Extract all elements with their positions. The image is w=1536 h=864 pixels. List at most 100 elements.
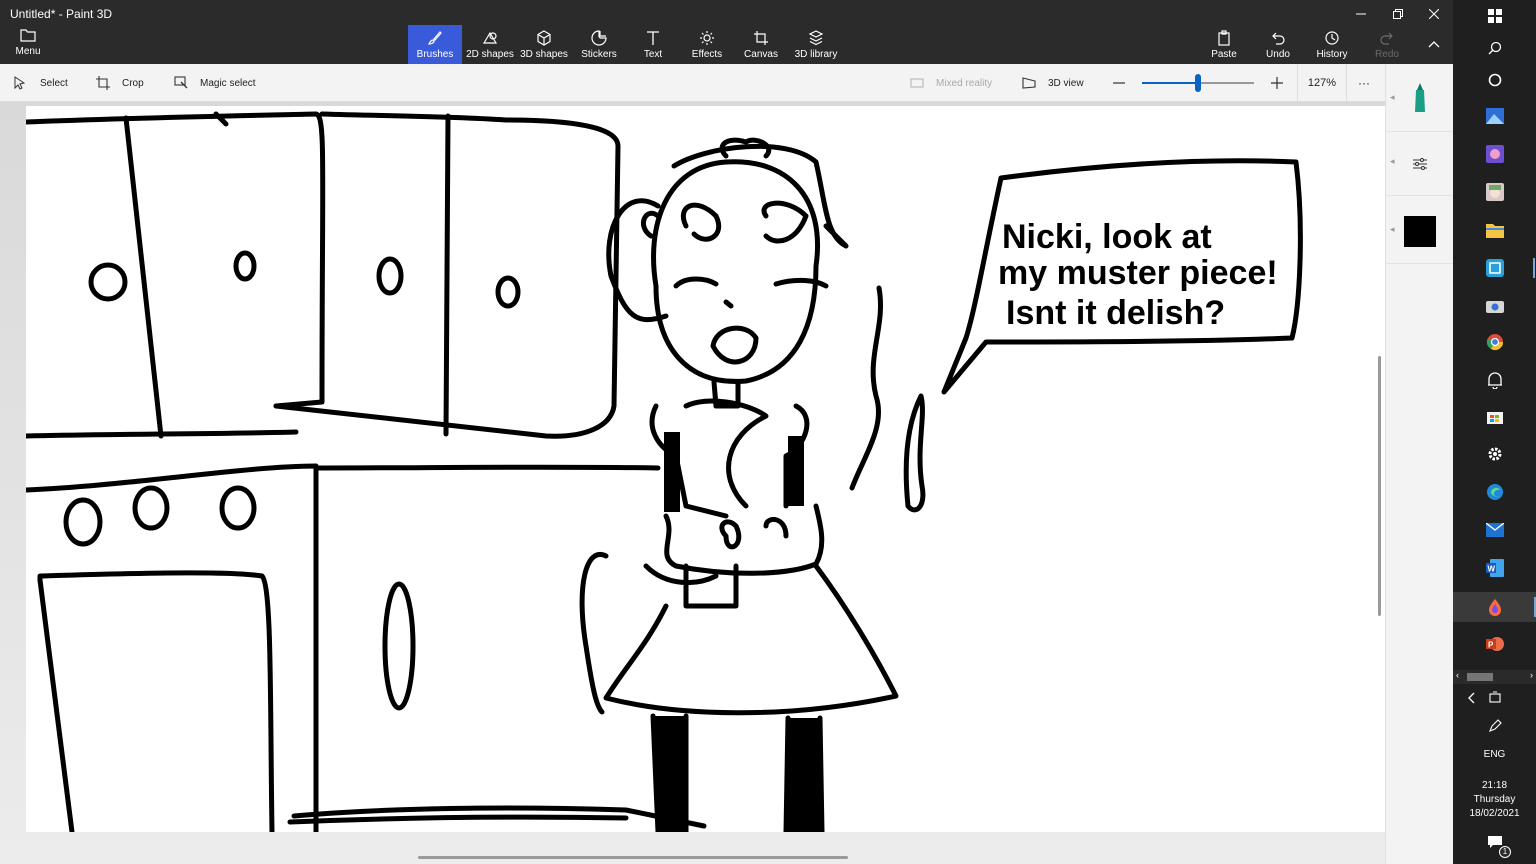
restore-icon [1393, 9, 1403, 19]
title-bar: Untitled* - Paint 3D Menu Brushes 2D sha… [0, 0, 1453, 64]
2d-shapes-icon [482, 31, 498, 44]
scroll-thumb[interactable] [1467, 673, 1493, 681]
tool-3d-library[interactable]: 3D library [789, 25, 843, 64]
brush-type-section[interactable]: ◂ [1386, 64, 1454, 132]
paste-icon [1218, 29, 1230, 46]
collapse-toolbar-button[interactable] [1416, 32, 1452, 56]
tool-2d-shapes[interactable]: 2D shapes [463, 25, 517, 64]
taskbar-scrollbar[interactable]: ‹ › [1453, 670, 1536, 684]
taskbar-app-word[interactable]: W [1483, 556, 1507, 580]
undo-icon [1272, 32, 1285, 45]
stickers-icon [591, 29, 607, 46]
search-button[interactable] [1483, 36, 1507, 60]
taskbar-app-chrome[interactable] [1483, 330, 1507, 354]
paste-label: Paste [1211, 48, 1237, 60]
redo-label: Redo [1375, 48, 1399, 60]
crop-icon [96, 76, 110, 90]
menu-button[interactable]: Menu [8, 28, 48, 62]
kitchen-drawing: Nicki, look at my muster piece! Isnt it … [26, 111, 1303, 832]
taskbar-app-mail[interactable] [1483, 518, 1507, 542]
zoom-slider-track [1142, 74, 1254, 92]
action-center-button[interactable]: 1 [1483, 830, 1511, 858]
speech-line-3: Isnt it delish? [1006, 294, 1225, 332]
plus-icon [1271, 77, 1283, 89]
selected-color-swatch[interactable] [1404, 216, 1436, 247]
horizontal-scrollbar[interactable] [418, 856, 848, 859]
tool-label: Stickers [581, 48, 617, 60]
notification-count: 1 [1499, 846, 1511, 858]
color-section[interactable]: ◂ [1386, 196, 1454, 264]
minimize-button[interactable] [1343, 2, 1379, 26]
taskbar-app-file-explorer[interactable] [1483, 218, 1507, 242]
paste-button[interactable]: Paste [1200, 25, 1248, 64]
zoom-slider[interactable] [1142, 64, 1254, 102]
language-indicator[interactable]: ENG [1453, 749, 1536, 760]
tool-effects[interactable]: Effects [680, 25, 734, 64]
select-button[interactable]: Select [14, 64, 68, 102]
start-button[interactable] [1483, 4, 1507, 28]
windows-logo-icon [1488, 9, 1502, 23]
history-button[interactable]: History [1308, 25, 1356, 64]
tool-canvas[interactable]: Canvas [734, 25, 788, 64]
window-title: Untitled* - Paint 3D [10, 7, 113, 21]
zoom-slider-fill [1142, 82, 1198, 84]
magic-select-icon [174, 76, 188, 89]
taskbar-app-photos[interactable] [1483, 104, 1507, 128]
more-options-button[interactable]: ··· [1358, 64, 1370, 102]
undo-label: Undo [1266, 48, 1290, 60]
3d-library-icon [808, 29, 824, 45]
brush-settings-section[interactable]: ◂ [1386, 132, 1454, 196]
crop-button[interactable]: Crop [96, 64, 144, 102]
tool-label: 3D library [794, 48, 838, 60]
chevron-left-icon: ‹ [1456, 670, 1459, 680]
magic-select-label: Magic select [200, 77, 256, 89]
edge-icon [1487, 484, 1503, 500]
taskbar-app-camera[interactable] [1483, 294, 1507, 318]
redo-button[interactable]: Redo [1363, 25, 1411, 64]
taskbar-app-edge[interactable] [1483, 480, 1507, 504]
drawing-canvas[interactable]: Nicki, look at my muster piece! Isnt it … [26, 106, 1385, 832]
tool-3d-shapes[interactable]: 3D shapes [517, 25, 571, 64]
zoom-in-button[interactable] [1270, 64, 1284, 102]
taskbar-app-notifications[interactable] [1483, 368, 1507, 392]
tray-connect-button[interactable] [1483, 686, 1507, 710]
tool-brushes[interactable]: Brushes [408, 25, 462, 64]
taskbar-app-powerpoint[interactable]: P [1483, 632, 1507, 656]
restore-button[interactable] [1380, 2, 1416, 26]
zoom-out-button[interactable] [1112, 64, 1126, 102]
3d-view-icon [1022, 77, 1036, 89]
tool-label: Effects [691, 48, 723, 60]
chevron-left-icon [1468, 692, 1475, 704]
chevron-left-icon: ◂ [1390, 92, 1395, 102]
show-hidden-icons-button[interactable] [1459, 686, 1483, 710]
tool-label: Canvas [744, 48, 778, 60]
taskbar-app-game[interactable] [1483, 142, 1507, 166]
tool-label: Brushes [416, 48, 454, 60]
taskbar-app-paint3d[interactable] [1453, 592, 1536, 622]
3d-view-button[interactable]: 3D view [1022, 64, 1084, 102]
tray-pen-button[interactable] [1483, 714, 1507, 738]
taskbar-app-character[interactable] [1483, 180, 1507, 204]
magic-select-button[interactable]: Magic select [174, 64, 256, 102]
cortana-button[interactable] [1483, 68, 1507, 92]
chevron-left-icon: ◂ [1390, 156, 1395, 166]
zoom-slider-thumb[interactable] [1195, 74, 1201, 92]
vertical-scrollbar[interactable] [1378, 356, 1381, 616]
taskbar-app-settings[interactable] [1483, 442, 1507, 466]
more-icon: ··· [1358, 76, 1370, 90]
cursor-icon [14, 76, 26, 90]
history-label: History [1316, 48, 1348, 60]
tool-stickers[interactable]: Stickers [572, 25, 626, 64]
word-icon: W [1486, 559, 1504, 577]
active-indicator [1533, 258, 1535, 278]
close-button[interactable] [1416, 2, 1452, 26]
taskbar-app-store[interactable] [1483, 404, 1507, 428]
tool-text[interactable]: Text [626, 25, 680, 64]
undo-button[interactable]: Undo [1254, 25, 1302, 64]
redo-icon [1380, 32, 1393, 45]
crop-label: Crop [122, 77, 144, 89]
menu-label: Menu [15, 46, 41, 57]
zoom-percent[interactable]: 127% [1297, 64, 1347, 102]
taskbar-app-snip[interactable] [1483, 256, 1535, 280]
mixed-reality-button[interactable]: Mixed reality [910, 64, 992, 102]
